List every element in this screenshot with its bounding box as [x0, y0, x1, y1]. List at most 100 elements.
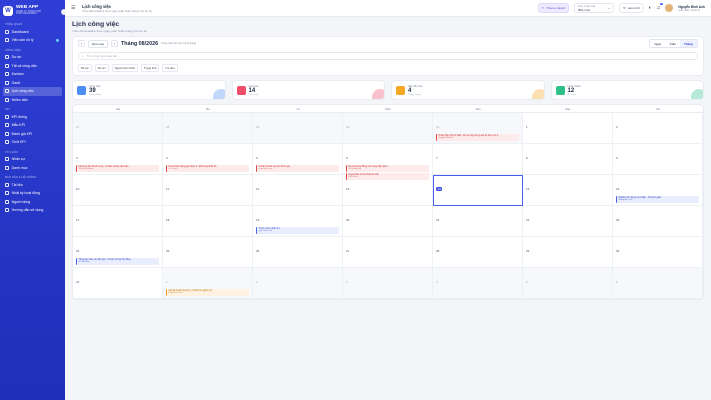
sidebar-item[interactable]: Dự án [3, 53, 62, 62]
calendar-day-cell[interactable]: 14 [433, 175, 523, 206]
calendar-day-cell[interactable]: 20 [343, 206, 433, 237]
today-button[interactable]: Hôm nay [88, 39, 109, 48]
calendar-day-cell[interactable]: 21 [433, 206, 523, 237]
day-number: 27 [346, 249, 350, 253]
sidebar-item[interactable]: Việc cần xử lý 5 [3, 36, 62, 45]
day-number: 8 [526, 156, 528, 160]
calendar-day-cell[interactable]: 6 [613, 268, 703, 299]
calendar-day-cell[interactable]: 11 [163, 175, 253, 206]
prev-month-button[interactable]: ‹ [78, 40, 85, 47]
sidebar-item[interactable]: Tất cả công việc [3, 62, 62, 71]
calendar-event[interactable]: Chuẩn bị báo cáo tài chính quý Phạm Đức L… [256, 165, 339, 172]
calendar-day-cell[interactable]: 28 [163, 113, 253, 144]
sidebar-item-label: Tài liệu [11, 182, 23, 187]
calendar-day-cell[interactable]: 17 [73, 206, 163, 237]
calendar-day-cell[interactable]: 6 Rà soát hợp đồng nhà cung cấp vật tư Vũ … [343, 144, 433, 180]
sidebar-item[interactable]: Kanban [3, 70, 62, 79]
day-number: 31 [436, 125, 440, 129]
calendar-day-cell[interactable]: 29 [253, 113, 343, 144]
calendar-day-cell[interactable]: 13 [343, 175, 433, 206]
calendar-event[interactable]: Tổng hợp báo cáo kết quả - Chuẩn bị họp … [76, 258, 159, 265]
calendar-day-cell[interactable]: 1 [523, 113, 613, 144]
view-tab[interactable]: Tuần [665, 40, 680, 47]
calendar-day-cell[interactable]: 4 [433, 268, 523, 299]
sidebar-item-label: Dashboard [11, 29, 29, 34]
refresh-button[interactable]: ↻ Làm mới [619, 3, 644, 13]
calendar-day-cell[interactable]: 2 [253, 268, 343, 299]
calendar-event[interactable]: Lập kế hoạch tháng 9 - Phân bổ nguồn lực… [166, 289, 249, 296]
filter-button[interactable]: Dự án [94, 64, 109, 72]
day-number: 26 [256, 249, 260, 253]
calendar-day-cell[interactable]: 30 [613, 237, 703, 268]
calendar-day-cell[interactable]: 8 [523, 144, 613, 175]
next-month-button[interactable]: › [111, 40, 119, 47]
view-tab[interactable]: Tháng [680, 40, 697, 47]
calendar-day-cell[interactable]: 4 Họp khách hàng giai đoạn 2 - Đánh giá t… [163, 144, 253, 175]
sidebar-item[interactable]: Lịch công việc [3, 87, 62, 96]
sidebar-nav: TỔNG QUAN Dashboard Việc cần xử lý 5 CÔNG VI… [3, 23, 62, 215]
calendar-event[interactable]: Rà soát hợp đồng nhà cung cấp vật tư Vũ Q… [346, 165, 429, 172]
calendar-day-cell[interactable]: 5 Chuẩn bị báo cáo tài chính quý Phạm Đức … [253, 144, 343, 175]
weekday-header: Hai Ba Tư Năm Sáu Bảy CN [73, 105, 703, 113]
calendar-day-cell[interactable]: 7 [433, 144, 523, 175]
calendar-day-cell[interactable]: 10 [73, 175, 163, 206]
calendar-day-cell[interactable]: 5 [523, 268, 613, 299]
sidebar-item[interactable]: Tài liệu [3, 181, 62, 190]
menu-icon[interactable]: ☰ [71, 5, 77, 11]
sidebar-item[interactable]: Gantt [3, 79, 62, 88]
sidebar-item[interactable]: Người dùng [3, 198, 62, 207]
calendar-day-cell[interactable]: 12 [253, 175, 343, 206]
calendar-event[interactable]: Kiểm tra tiến độ thi công - Chuẩn bị báo… [76, 165, 159, 172]
sidebar-item[interactable]: Nhân sự [3, 155, 62, 164]
view-tab[interactable]: Ngày [650, 40, 665, 47]
sidebar-item[interactable]: KPI thống [3, 113, 62, 122]
calendar-day-cell[interactable]: 23 [613, 206, 703, 237]
calendar-day-cell[interactable]: 9 [613, 144, 703, 175]
sidebar-item-label: Kanban [11, 72, 24, 77]
avatar[interactable] [665, 4, 674, 12]
calendar-day-cell[interactable]: 3 Kiểm tra tiến độ thi công - Chuẩn bị bá… [73, 144, 163, 175]
calendar-day-cell[interactable]: 2 [613, 113, 703, 144]
filter-button[interactable]: Người phụ trách [111, 64, 138, 72]
sidebar-item[interactable]: Chốt KPI [3, 138, 62, 147]
calendar-day-cell[interactable]: 19 Tuyển dụng nhân sự Ngô Thanh Tâm [253, 206, 343, 237]
stat-icon [555, 85, 565, 95]
department-select[interactable]: Đơn vị làm việc Bản mục ⌄ [574, 3, 615, 13]
calendar-day-cell[interactable]: 16 Nghiệm thu hạng mục điện - Chuyển giao… [613, 175, 703, 206]
calendar-day-cell[interactable]: 22 [523, 206, 613, 237]
calendar-day-cell[interactable]: 24 Tổng hợp báo cáo kết quả - Chuẩn bị họ… [73, 237, 163, 268]
sidebar-item[interactable]: Danh mục [3, 164, 62, 173]
calendar-day-cell[interactable]: 18 [163, 206, 253, 237]
calendar-day-cell[interactable]: 27 [73, 113, 163, 144]
search-input[interactable]: ⌕ Tìm công việc theo tên... [78, 52, 698, 60]
calendar-event[interactable]: Họp khách hàng giai đoạn 2 - Đánh giá th… [166, 165, 249, 172]
sidebar-item[interactable]: Nhiều việc [3, 96, 62, 105]
calendar-day-cell[interactable]: 25 [163, 237, 253, 268]
sidebar-item[interactable]: Hướng dẫn sử dụng [3, 206, 62, 215]
calendar-day-cell[interactable]: 28 [433, 237, 523, 268]
calendar-day-cell[interactable]: 26 [253, 237, 343, 268]
filter-button[interactable]: Ưu tiên [162, 64, 178, 72]
filter-button[interactable]: Bộ lọc [78, 64, 92, 72]
sidebar-item[interactable]: Đánh giá KPI [3, 130, 62, 139]
notification-button[interactable]: ♫ 3 [657, 3, 664, 11]
calendar-day-cell[interactable]: 3 [343, 268, 433, 299]
calendar-day-cell[interactable]: 1 Lập kế hoạch tháng 9 - Phân bổ nguồn lự… [163, 268, 253, 299]
sidebar-item[interactable]: Nhật ký hoạt động [3, 189, 62, 198]
calendar-day-cell[interactable]: 29 [523, 237, 613, 268]
calendar-day-cell[interactable]: 27 [343, 237, 433, 268]
calendar-event[interactable]: Tuyển dụng nhân sự Ngô Thanh Tâm [256, 227, 339, 234]
sidebar-item[interactable]: Mẫu KPI [3, 121, 62, 130]
calendar-day-cell[interactable]: 15 [523, 175, 613, 206]
calendar-day-cell[interactable]: 30 [343, 113, 433, 144]
theme-button[interactable]: ✦ Theme classic [537, 3, 570, 13]
sidebar-item[interactable]: Dashboard [3, 28, 62, 37]
calendar-day-cell[interactable]: 31 Hoàn thiện hồ sơ thầu - Dự án xây dựng… [433, 113, 523, 144]
palette-icon: ✦ [541, 6, 545, 10]
calendar-event[interactable]: Hoàn thiện hồ sơ thầu - Dự án xây dựng c… [436, 134, 519, 141]
theme-toggle-icon[interactable]: ◐ [649, 5, 652, 11]
doc-icon [5, 182, 9, 187]
filter-button[interactable]: Trạng thái [140, 64, 160, 72]
calendar-day-cell[interactable]: 31 [73, 268, 163, 299]
calendar-event[interactable]: Nghiệm thu hạng mục điện - Chuyển giao Ho… [616, 196, 699, 203]
